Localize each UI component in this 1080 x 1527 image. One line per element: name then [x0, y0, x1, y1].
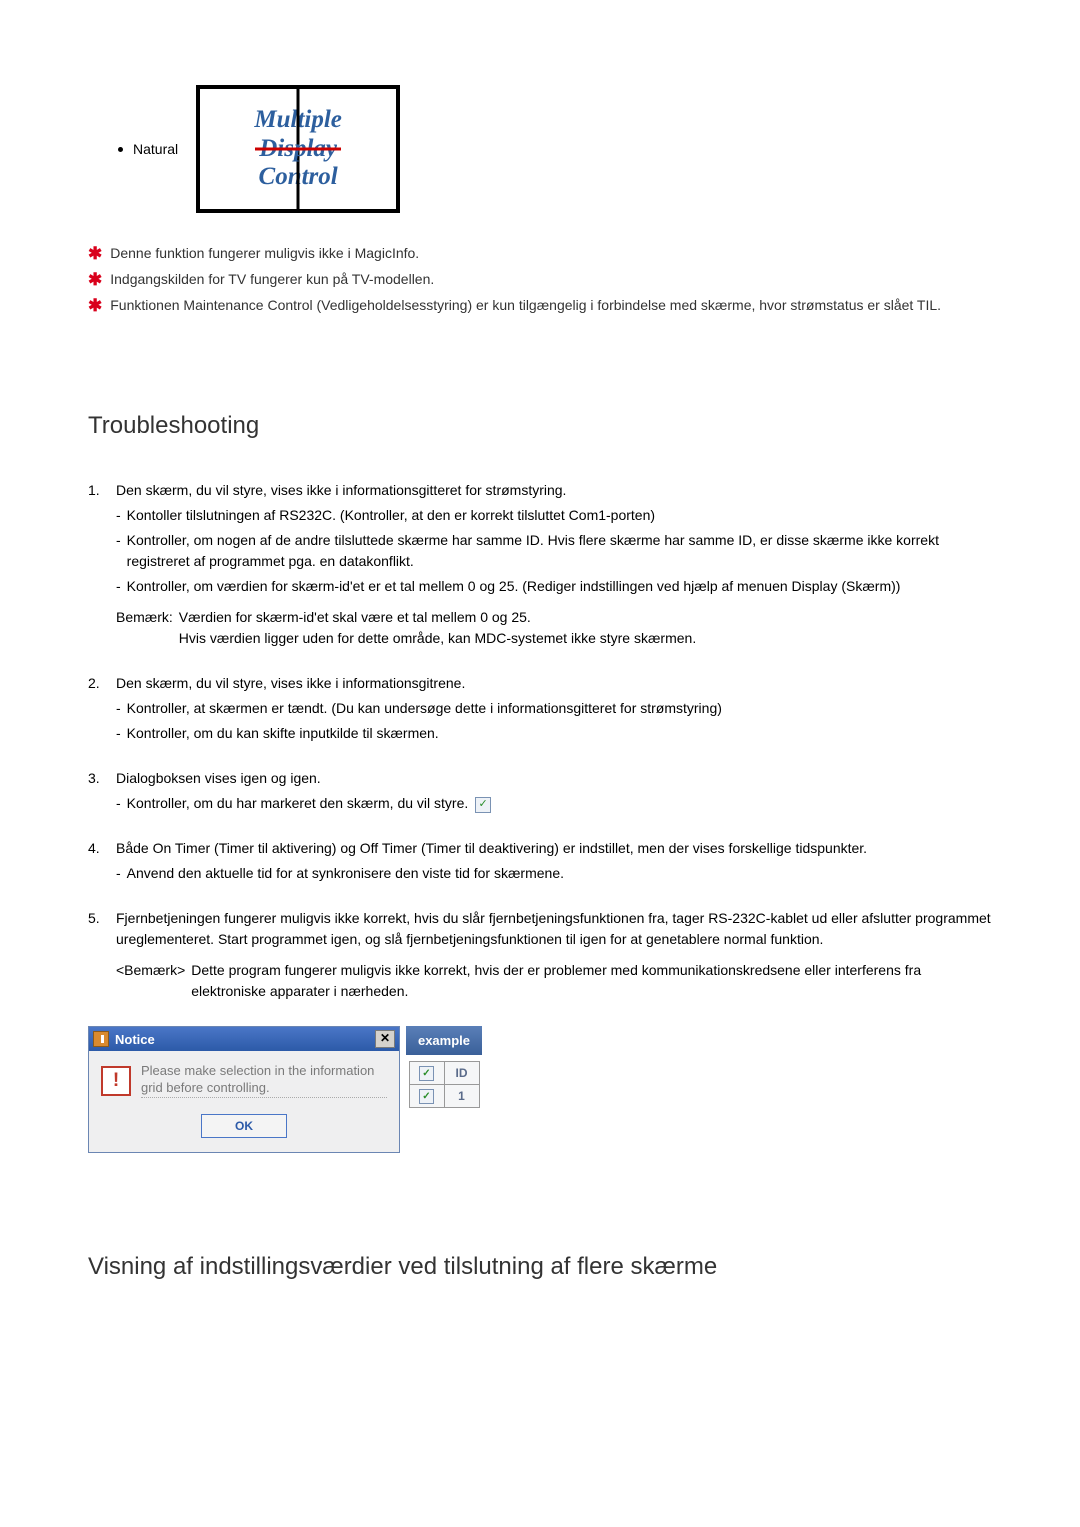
- item-number: 1.: [88, 480, 108, 501]
- notice-dialog: Notice ✕ ! Please make selection in the …: [88, 1026, 400, 1153]
- item-sub: Anvend den aktuelle tid for at synkronis…: [127, 863, 992, 884]
- checkbox-icon: ✓: [419, 1089, 434, 1104]
- natural-bullet-item: Natural: [118, 141, 178, 157]
- example-label: example: [406, 1026, 482, 1055]
- multi-display-heading: Visning af indstillingsværdier ved tilsl…: [88, 1253, 992, 1281]
- close-button[interactable]: ✕: [375, 1030, 395, 1048]
- alert-icon: !: [101, 1066, 131, 1096]
- note-text-line: Værdien for skærm-id'et skal være et tal…: [179, 609, 531, 625]
- ok-button[interactable]: OK: [201, 1114, 287, 1138]
- footnote-text: Funktionen Maintenance Control (Vedligeh…: [110, 295, 992, 317]
- star-icon: ✱: [88, 295, 102, 317]
- star-icon: ✱: [88, 269, 102, 291]
- footnote-text: Indgangskilden for TV fungerer kun på TV…: [110, 269, 992, 291]
- item-number: 4.: [88, 838, 108, 859]
- note-text: Dette program fungerer muligvis ikke kor…: [191, 960, 992, 1002]
- dash-icon: -: [116, 576, 121, 597]
- table-cell-check: ✓: [409, 1085, 444, 1108]
- item-title: Den skærm, du vil styre, vises ikke i in…: [116, 480, 992, 501]
- note-text-line: Hvis værdien ligger uden for dette områd…: [179, 630, 696, 646]
- dash-icon: -: [116, 698, 121, 719]
- item-sub: Kontroller, at skærmen er tændt. (Du kan…: [127, 698, 992, 719]
- item-number: 5.: [88, 908, 108, 950]
- mdc-text-2: Display: [259, 135, 337, 164]
- app-icon: [93, 1031, 109, 1047]
- table-cell-id: 1: [444, 1085, 479, 1108]
- item-title: Den skærm, du vil styre, vises ikke i in…: [116, 673, 992, 694]
- troubleshooting-heading: Troubleshooting: [88, 412, 992, 440]
- dialog-title: Notice: [115, 1032, 155, 1047]
- dialog-titlebar: Notice ✕: [89, 1027, 399, 1051]
- item-sub: Kontoller tilslutningen af RS232C. (Kont…: [127, 505, 992, 526]
- item-title: Dialogboksen vises igen og igen.: [116, 768, 992, 789]
- troubleshooting-item: 1. Den skærm, du vil styre, vises ikke i…: [88, 480, 992, 649]
- footnote-line: ✱ Funktionen Maintenance Control (Vedlig…: [88, 295, 992, 317]
- footnote-text: Denne funktion fungerer muligvis ikke i …: [110, 243, 992, 265]
- item-sub: Kontroller, om du kan skifte inputkilde …: [127, 723, 992, 744]
- checkbox-icon: ✓: [419, 1066, 434, 1081]
- dash-icon: -: [116, 793, 121, 814]
- item-sub: Kontroller, om du har markeret den skærm…: [127, 793, 992, 814]
- dash-icon: -: [116, 723, 121, 744]
- dash-icon: -: [116, 863, 121, 884]
- mdc-logo-box: Multiple Display Control: [196, 85, 400, 213]
- troubleshooting-item: 3. Dialogboksen vises igen og igen. - Ko…: [88, 768, 992, 814]
- item-sub-text: Kontroller, om du har markeret den skærm…: [127, 795, 469, 811]
- bullet-dot-icon: [118, 147, 123, 152]
- item-title: Både On Timer (Timer til aktivering) og …: [116, 838, 992, 859]
- item-number: 3.: [88, 768, 108, 789]
- item-sub: Kontroller, om værdien for skærm-id'et e…: [127, 576, 992, 597]
- table-header-check: ✓: [409, 1062, 444, 1085]
- note-label: <Bemærk>: [116, 960, 185, 1002]
- note-text: Værdien for skærm-id'et skal være et tal…: [179, 607, 992, 649]
- footnote-line: ✱ Indgangskilden for TV fungerer kun på …: [88, 269, 992, 291]
- natural-label: Natural: [133, 141, 178, 157]
- dash-icon: -: [116, 505, 121, 526]
- footnote-line: ✱ Denne funktion fungerer muligvis ikke …: [88, 243, 992, 265]
- item-title: Fjernbetjeningen fungerer muligvis ikke …: [116, 908, 992, 950]
- note-label: Bemærk:: [116, 607, 173, 649]
- dialog-message: Please make selection in the information…: [141, 1063, 387, 1098]
- troubleshooting-item: 2. Den skærm, du vil styre, vises ikke i…: [88, 673, 992, 744]
- troubleshooting-item: 5. Fjernbetjeningen fungerer muligvis ik…: [88, 908, 992, 1002]
- dash-icon: -: [116, 530, 121, 572]
- troubleshooting-item: 4. Både On Timer (Timer til aktivering) …: [88, 838, 992, 884]
- item-sub: Kontroller, om nogen af de andre tilslut…: [127, 530, 992, 572]
- checkbox-icon: ✓: [475, 797, 491, 813]
- item-number: 2.: [88, 673, 108, 694]
- star-icon: ✱: [88, 243, 102, 265]
- example-table: ✓ ID ✓ 1: [409, 1061, 480, 1108]
- table-header-id: ID: [444, 1062, 479, 1085]
